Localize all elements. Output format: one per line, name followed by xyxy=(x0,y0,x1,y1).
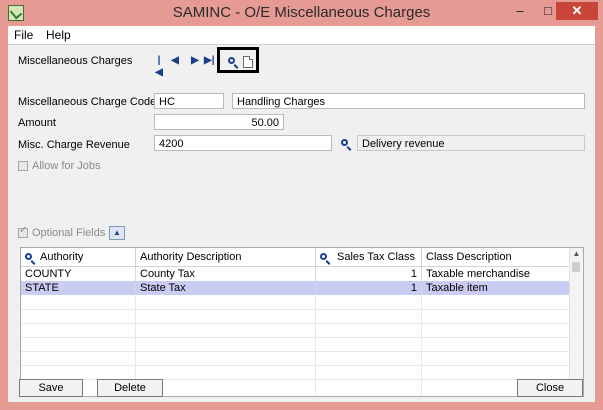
minimize-button[interactable]: – xyxy=(507,2,533,20)
grid-col-line xyxy=(421,295,422,396)
finder-button[interactable] xyxy=(224,54,238,68)
grid-row-line xyxy=(21,323,571,324)
next-record-button[interactable]: ▶ xyxy=(190,55,200,67)
code-field[interactable]: HC xyxy=(154,93,224,109)
main-window: SAMINC - O/E Miscellaneous Charges – □ ✕… xyxy=(0,0,603,410)
col-authority-header[interactable]: Authority xyxy=(21,248,136,266)
col-tax-class-label: Sales Tax Class xyxy=(337,251,416,263)
collapse-grid-button[interactable]: ▲ xyxy=(109,226,125,240)
code-label: Miscellaneous Charge Code xyxy=(18,96,157,108)
grid-col-line xyxy=(315,295,316,396)
cell-authority-desc[interactable]: County Tax xyxy=(136,267,316,281)
scroll-up-icon[interactable]: ▲ xyxy=(570,248,583,260)
table-row[interactable]: COUNTY County Tax 1 Taxable merchandise xyxy=(21,267,571,281)
delete-button[interactable]: Delete xyxy=(97,379,163,397)
last-record-button[interactable]: ▶| xyxy=(204,55,215,67)
revenue-account-field[interactable]: 4200 xyxy=(154,135,332,151)
cell-tax-class[interactable]: 1 xyxy=(316,281,422,295)
grid-row-line xyxy=(21,351,571,352)
col-class-desc-header[interactable]: Class Description xyxy=(422,248,571,266)
grid-row-line xyxy=(21,309,571,310)
col-authority-label: Authority xyxy=(40,251,84,263)
cell-authority-desc[interactable]: State Tax xyxy=(136,281,316,295)
grid-header: Authority Authority Description Sales Ta… xyxy=(21,248,571,267)
search-icon xyxy=(340,139,348,146)
chevron-up-icon: ▲ xyxy=(113,228,121,237)
allow-jobs-label: Allow for Jobs xyxy=(32,160,101,172)
col-tax-class-header[interactable]: Sales Tax Class xyxy=(316,248,422,266)
revenue-finder-button[interactable] xyxy=(337,136,351,150)
grid-row-line xyxy=(21,365,571,366)
grid-scrollbar[interactable]: ▲ ▼ xyxy=(569,248,583,396)
search-icon[interactable] xyxy=(25,253,32,260)
new-document-icon xyxy=(243,56,253,68)
optional-fields-checkbox[interactable] xyxy=(18,225,28,238)
save-button[interactable]: Save xyxy=(19,379,83,397)
search-icon xyxy=(227,57,235,64)
optional-fields-label: Optional Fields xyxy=(32,227,106,239)
revenue-label: Misc. Charge Revenue xyxy=(18,139,130,151)
tax-authority-grid[interactable]: Authority Authority Description Sales Ta… xyxy=(20,247,584,397)
cell-class-desc[interactable]: Taxable item xyxy=(422,281,571,295)
misc-charges-label: Miscellaneous Charges xyxy=(18,55,133,67)
allow-jobs-checkbox[interactable] xyxy=(18,161,28,171)
col-authority-desc-header[interactable]: Authority Description xyxy=(136,248,316,266)
cell-class-desc[interactable]: Taxable merchandise xyxy=(422,267,571,281)
first-record-button[interactable]: |◀ xyxy=(154,55,164,78)
previous-record-button[interactable]: ◀ xyxy=(170,55,180,67)
new-record-button[interactable] xyxy=(242,55,254,69)
title-bar[interactable]: SAMINC - O/E Miscellaneous Charges – □ ✕ xyxy=(0,0,603,26)
cell-authority[interactable]: STATE xyxy=(21,281,136,295)
form-content: Miscellaneous Charges |◀ ◀ ▶ ▶| Miscella… xyxy=(8,45,595,402)
search-icon[interactable] xyxy=(320,253,327,260)
code-description-field[interactable]: Handling Charges xyxy=(232,93,585,109)
menu-bar: File Help xyxy=(8,26,595,45)
scroll-thumb[interactable] xyxy=(572,262,580,272)
cell-authority[interactable]: COUNTY xyxy=(21,267,136,281)
revenue-description-field: Delivery revenue xyxy=(357,135,585,151)
amount-field[interactable]: 50.00 xyxy=(154,114,284,130)
window-close-button[interactable]: ✕ xyxy=(556,2,598,20)
menu-file[interactable]: File xyxy=(14,28,33,42)
amount-label: Amount xyxy=(18,117,56,129)
close-button[interactable]: Close xyxy=(517,379,583,397)
grid-row-line xyxy=(21,337,571,338)
menu-help[interactable]: Help xyxy=(46,28,71,42)
cell-tax-class[interactable]: 1 xyxy=(316,267,422,281)
table-row-selected[interactable]: STATE State Tax 1 Taxable item xyxy=(21,281,571,295)
